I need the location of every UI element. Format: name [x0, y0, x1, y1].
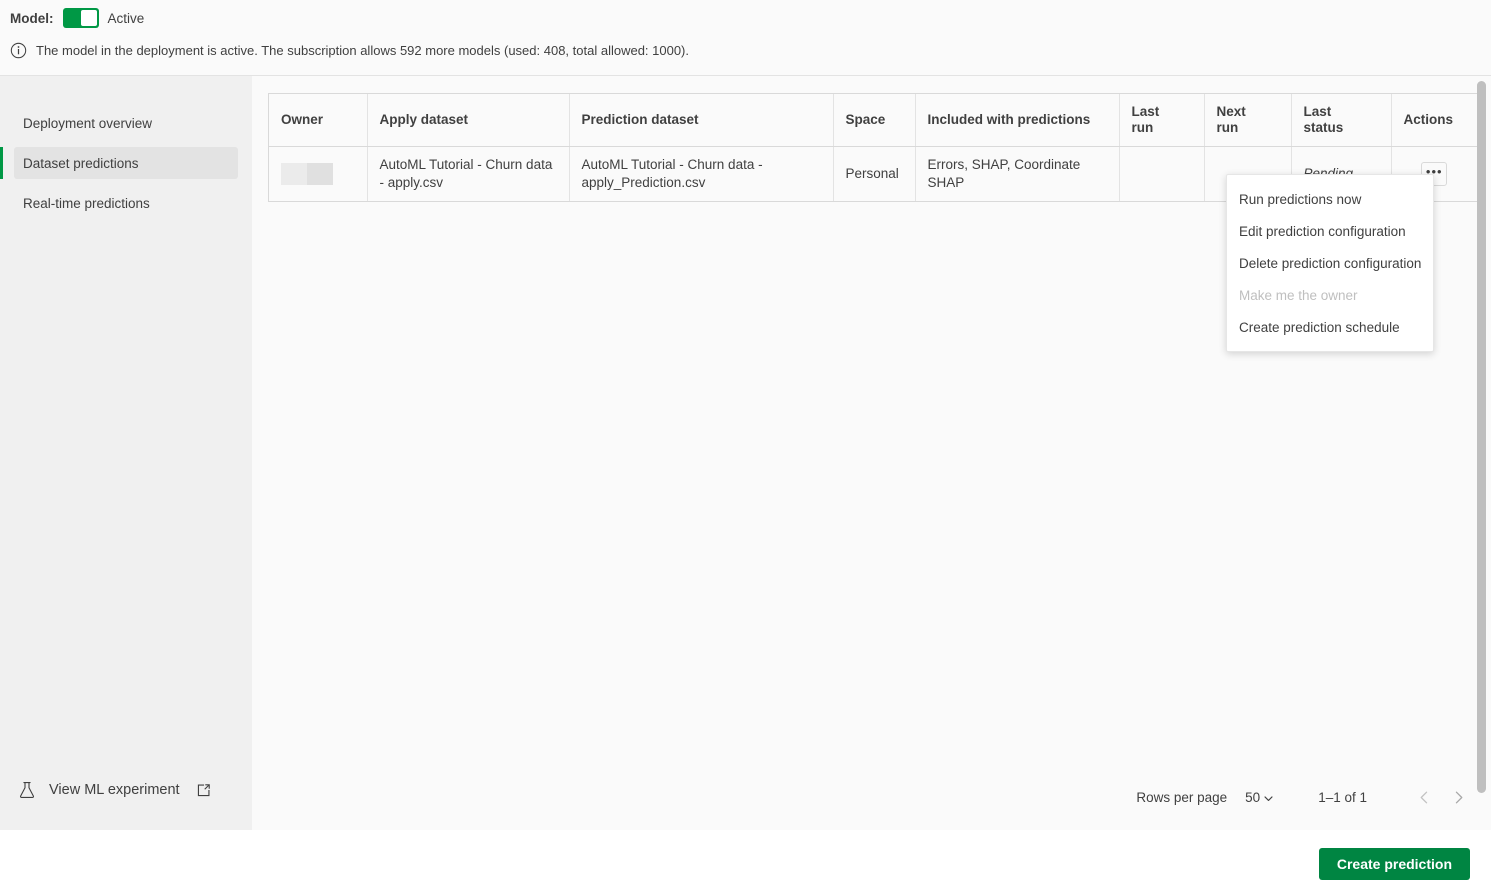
- chevron-right-icon: [1455, 791, 1462, 803]
- toggle-knob: [80, 10, 97, 26]
- menu-item-create-prediction-schedule[interactable]: Create prediction schedule: [1227, 311, 1433, 343]
- view-ml-experiment-label: View ML experiment: [49, 782, 180, 798]
- col-header-prediction-dataset[interactable]: Prediction dataset: [569, 94, 834, 147]
- sidebar-item-real-time-predictions[interactable]: Real-time predictions: [14, 187, 238, 219]
- model-active-toggle[interactable]: [62, 8, 99, 28]
- col-header-last-status-line1: Last: [1303, 104, 1332, 119]
- cell-included-with-predictions: Errors, SHAP, Coordinate SHAP: [915, 146, 1120, 202]
- pagination-prev-button[interactable]: [1407, 780, 1441, 814]
- sidebar-item-deployment-overview[interactable]: Deployment overview: [14, 107, 238, 139]
- col-header-last-run-line1: Last: [1131, 104, 1160, 119]
- menu-item-run-predictions-now[interactable]: Run predictions now: [1227, 183, 1433, 215]
- menu-item-edit-prediction-configuration[interactable]: Edit prediction configuration: [1227, 215, 1433, 247]
- sidebar-item-label: Real-time predictions: [23, 195, 150, 211]
- pagination-bar: Rows per page 50 1–1 of 1: [1136, 780, 1475, 814]
- sidebar-item-label: Deployment overview: [23, 115, 153, 131]
- owner-redacted-placeholder: [281, 163, 333, 186]
- info-circle-icon: [10, 42, 27, 59]
- cell-prediction-dataset: AutoML Tutorial - Churn data - apply_Pre…: [569, 146, 834, 202]
- model-status-banner: Model: Active The model in the deploymen…: [0, 0, 1491, 76]
- table-header-row: Owner Apply dataset Prediction dataset S…: [269, 94, 1477, 147]
- external-link-icon: [196, 783, 211, 798]
- chevron-left-icon: [1420, 791, 1427, 803]
- col-header-last-status[interactable]: Last status: [1291, 94, 1392, 147]
- pagination-next-button[interactable]: [1441, 780, 1475, 814]
- col-header-next-run-line1: Next: [1216, 104, 1246, 119]
- vertical-scrollbar-thumb[interactable]: [1477, 81, 1486, 793]
- cell-last-run: [1119, 146, 1205, 202]
- subscription-info-row: The model in the deployment is active. T…: [10, 38, 689, 62]
- rows-per-page-label: Rows per page: [1136, 789, 1228, 805]
- col-header-owner[interactable]: Owner: [269, 94, 368, 147]
- col-header-apply-dataset[interactable]: Apply dataset: [367, 94, 570, 147]
- col-header-included-with-predictions[interactable]: Included with predictions: [915, 94, 1120, 147]
- app-root: Model: Active The model in the deploymen…: [0, 0, 1491, 886]
- col-header-last-run-line2: run: [1131, 119, 1154, 135]
- subscription-info-text: The model in the deployment is active. T…: [36, 42, 690, 58]
- sidebar-item-label: Dataset predictions: [23, 155, 139, 171]
- chevron-down-icon: [1263, 792, 1274, 803]
- view-ml-experiment-link[interactable]: View ML experiment: [18, 781, 211, 799]
- sidebar: Deployment overview Dataset predictions …: [0, 76, 252, 830]
- pagination-range-label: 1–1 of 1: [1318, 789, 1367, 805]
- menu-item-make-me-the-owner: Make me the owner: [1239, 287, 1358, 303]
- col-header-actions: Actions: [1391, 94, 1477, 147]
- menu-item-delete-prediction-configuration[interactable]: Delete prediction configuration: [1227, 247, 1433, 279]
- col-header-next-run[interactable]: Next run: [1204, 94, 1292, 147]
- rows-per-page-value: 50: [1245, 789, 1261, 805]
- cell-space: Personal: [833, 146, 916, 202]
- col-header-next-run-line2: run: [1216, 119, 1239, 135]
- col-header-last-status-line2: status: [1303, 119, 1344, 135]
- footer-bar: Create prediction: [0, 830, 1491, 886]
- create-prediction-button[interactable]: Create prediction: [1318, 848, 1470, 880]
- table-head: Owner Apply dataset Prediction dataset S…: [269, 94, 1477, 147]
- sidebar-nav: Deployment overview Dataset predictions …: [0, 76, 252, 219]
- row-actions-context-menu: Run predictions now Edit prediction conf…: [1226, 174, 1434, 352]
- model-state-label: Active: [107, 10, 145, 26]
- cell-owner: [269, 146, 368, 202]
- rows-per-page-select[interactable]: 50: [1245, 790, 1274, 805]
- sidebar-item-dataset-predictions[interactable]: Dataset predictions: [0, 147, 238, 179]
- main-content: Owner Apply dataset Prediction dataset S…: [252, 76, 1491, 830]
- model-label: Model:: [10, 10, 54, 26]
- flask-icon: [18, 781, 36, 799]
- col-header-last-run[interactable]: Last run: [1119, 94, 1205, 147]
- col-header-space[interactable]: Space: [833, 94, 916, 147]
- cell-apply-dataset: AutoML Tutorial - Churn data - apply.csv: [367, 146, 570, 202]
- model-toggle-row: Model: Active: [10, 6, 144, 30]
